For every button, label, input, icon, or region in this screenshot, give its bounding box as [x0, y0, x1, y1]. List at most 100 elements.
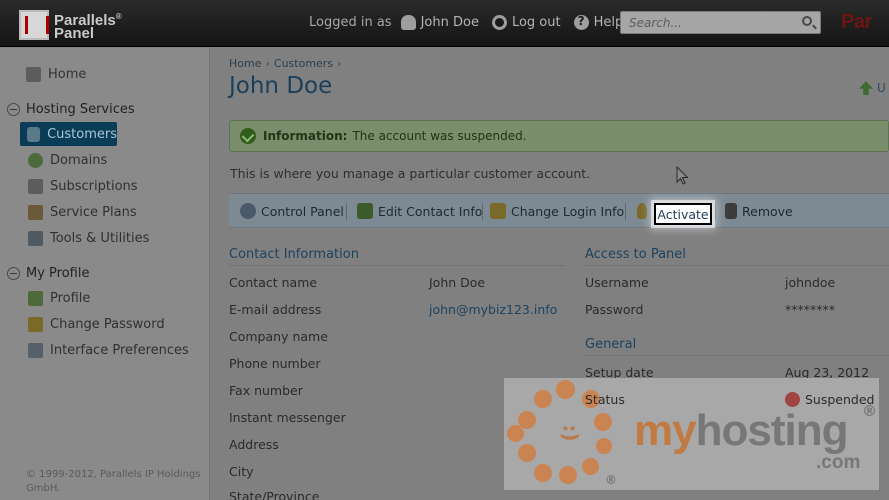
info-message-label: Information: [263, 129, 348, 143]
sidebar-item-label: Subscriptions [50, 179, 138, 194]
search-box [620, 11, 821, 34]
sidebar-item-home[interactable]: Home [26, 67, 86, 82]
section-hosting-services[interactable]: Hosting Services [7, 102, 135, 117]
user-name-link[interactable]: John Doe [421, 15, 479, 30]
breadcrumb-separator: › [265, 57, 270, 70]
watermark-dot [534, 464, 552, 482]
control-panel-button[interactable]: Control Panel [240, 203, 344, 219]
sidebar-item-interface-preferences[interactable]: Interface Preferences [28, 343, 189, 358]
info-message-text: The account was suspended. [352, 129, 527, 143]
up-level-label: U [877, 81, 886, 95]
parallels-panel-logo[interactable]: Parallels® Panel [19, 10, 122, 42]
parallels-logo-icon [19, 10, 49, 40]
action-toolbar: Control Panel Edit Contact Info Change L… [229, 193, 889, 228]
change-login-info-button[interactable]: Change Login Info [490, 203, 624, 219]
sidebar-item-subscriptions[interactable]: Subscriptions [28, 179, 138, 194]
sidebar: Home Hosting Services Customers Domains … [0, 48, 210, 500]
email-label: E-mail address [229, 302, 322, 317]
top-header: Parallels® Panel Logged in as John Doe L… [0, 0, 889, 47]
user-icon [400, 15, 416, 30]
instant-messenger-label: Instant messenger [229, 410, 346, 425]
address-label: Address [229, 437, 279, 452]
collapse-icon[interactable] [7, 267, 20, 280]
sidebar-item-domains[interactable]: Domains [28, 153, 107, 168]
watermark-dot [582, 458, 599, 475]
page-title: John Doe [229, 73, 333, 99]
access-to-panel-heading: Access to Panel [585, 247, 686, 262]
info-message: Information: The account was suspended. [229, 120, 889, 152]
up-level-link[interactable]: U [859, 81, 886, 95]
lightbulb-icon [637, 203, 647, 219]
status-badge: Suspended [785, 392, 874, 407]
watermark-dot [534, 390, 552, 408]
toolbar-label: Change Login Info [511, 203, 625, 219]
lightbulb-icon-wrap [637, 203, 652, 219]
search-icon[interactable] [802, 16, 812, 26]
wordmark-hosting: hosting [695, 406, 849, 455]
state-province-label: State/Province [229, 489, 320, 500]
company-name-label: Company name [229, 329, 328, 344]
sidebar-item-customers[interactable]: Customers [20, 122, 117, 146]
logo-text: Parallels® Panel [54, 10, 122, 42]
myhosting-wordmark: myhosting [634, 406, 849, 456]
copyright-text: © 1999-2012, Parallels IP Holdings GmbH. [26, 469, 201, 494]
preferences-icon [28, 343, 43, 358]
watermark-dot [559, 466, 577, 484]
edit-contact-info-button[interactable]: Edit Contact Info [357, 203, 482, 219]
section-my-profile[interactable]: My Profile [7, 266, 89, 281]
city-label: City [229, 464, 254, 479]
sidebar-item-label: Change Password [50, 317, 165, 332]
toolbar-label: Edit Contact Info [378, 203, 483, 219]
section-divider [585, 265, 889, 266]
activate-button[interactable]: Activate [654, 203, 712, 225]
logout-link[interactable]: Log out [512, 15, 561, 30]
password-value: ******** [785, 302, 835, 317]
toolbar-label: Control Panel [261, 203, 344, 219]
watermark-dot [594, 413, 612, 431]
collapse-icon[interactable] [7, 103, 20, 116]
sidebar-item-label: Domains [50, 153, 108, 168]
username-label: Username [585, 275, 649, 290]
sidebar-item-service-plans[interactable]: Service Plans [28, 205, 137, 220]
contact-card-icon [357, 203, 373, 219]
email-link[interactable]: john@mybiz123.info [429, 302, 557, 317]
watermark-dot [556, 380, 575, 399]
section-divider [229, 265, 565, 266]
section-divider [585, 355, 889, 356]
watermark-dot [507, 425, 524, 442]
username-value: johndoe [785, 275, 836, 290]
breadcrumb-home[interactable]: Home [229, 57, 261, 70]
sidebar-item-profile[interactable]: Profile [28, 291, 90, 306]
logo-line-2: Panel [54, 25, 95, 42]
status-label: Status [585, 392, 625, 407]
help-icon[interactable] [573, 14, 589, 30]
sidebar-item-change-password[interactable]: Change Password [28, 317, 165, 332]
password-label: Password [585, 302, 644, 317]
sidebar-item-label: Customers [47, 126, 117, 142]
power-icon[interactable] [491, 15, 507, 30]
search-input[interactable] [621, 12, 791, 33]
breadcrumb-customers[interactable]: Customers [274, 57, 333, 70]
domains-icon [28, 153, 43, 168]
subscriptions-icon [28, 179, 43, 194]
phone-number-label: Phone number [229, 356, 321, 371]
wordmark-com: .com [816, 452, 861, 473]
sidebar-item-label: Profile [50, 291, 91, 306]
remove-button[interactable]: Remove [725, 203, 793, 219]
parallels-brand-text: Par [841, 11, 872, 33]
watermark-dot [596, 438, 612, 454]
fax-number-label: Fax number [229, 383, 303, 398]
general-heading: General [585, 337, 637, 352]
help-link[interactable]: Help [594, 15, 624, 30]
customers-icon [27, 126, 41, 142]
sidebar-item-label: Service Plans [50, 205, 137, 220]
control-panel-icon [240, 203, 256, 219]
service-plans-icon [28, 205, 43, 220]
keys-icon [490, 203, 506, 219]
success-check-icon [240, 128, 256, 144]
trash-icon [725, 203, 737, 219]
breadcrumb-separator: › [337, 57, 342, 70]
sidebar-item-tools-utilities[interactable]: Tools & Utilities [28, 231, 149, 246]
toolbar-divider [482, 203, 483, 220]
sidebar-item-label: Home [48, 67, 87, 82]
